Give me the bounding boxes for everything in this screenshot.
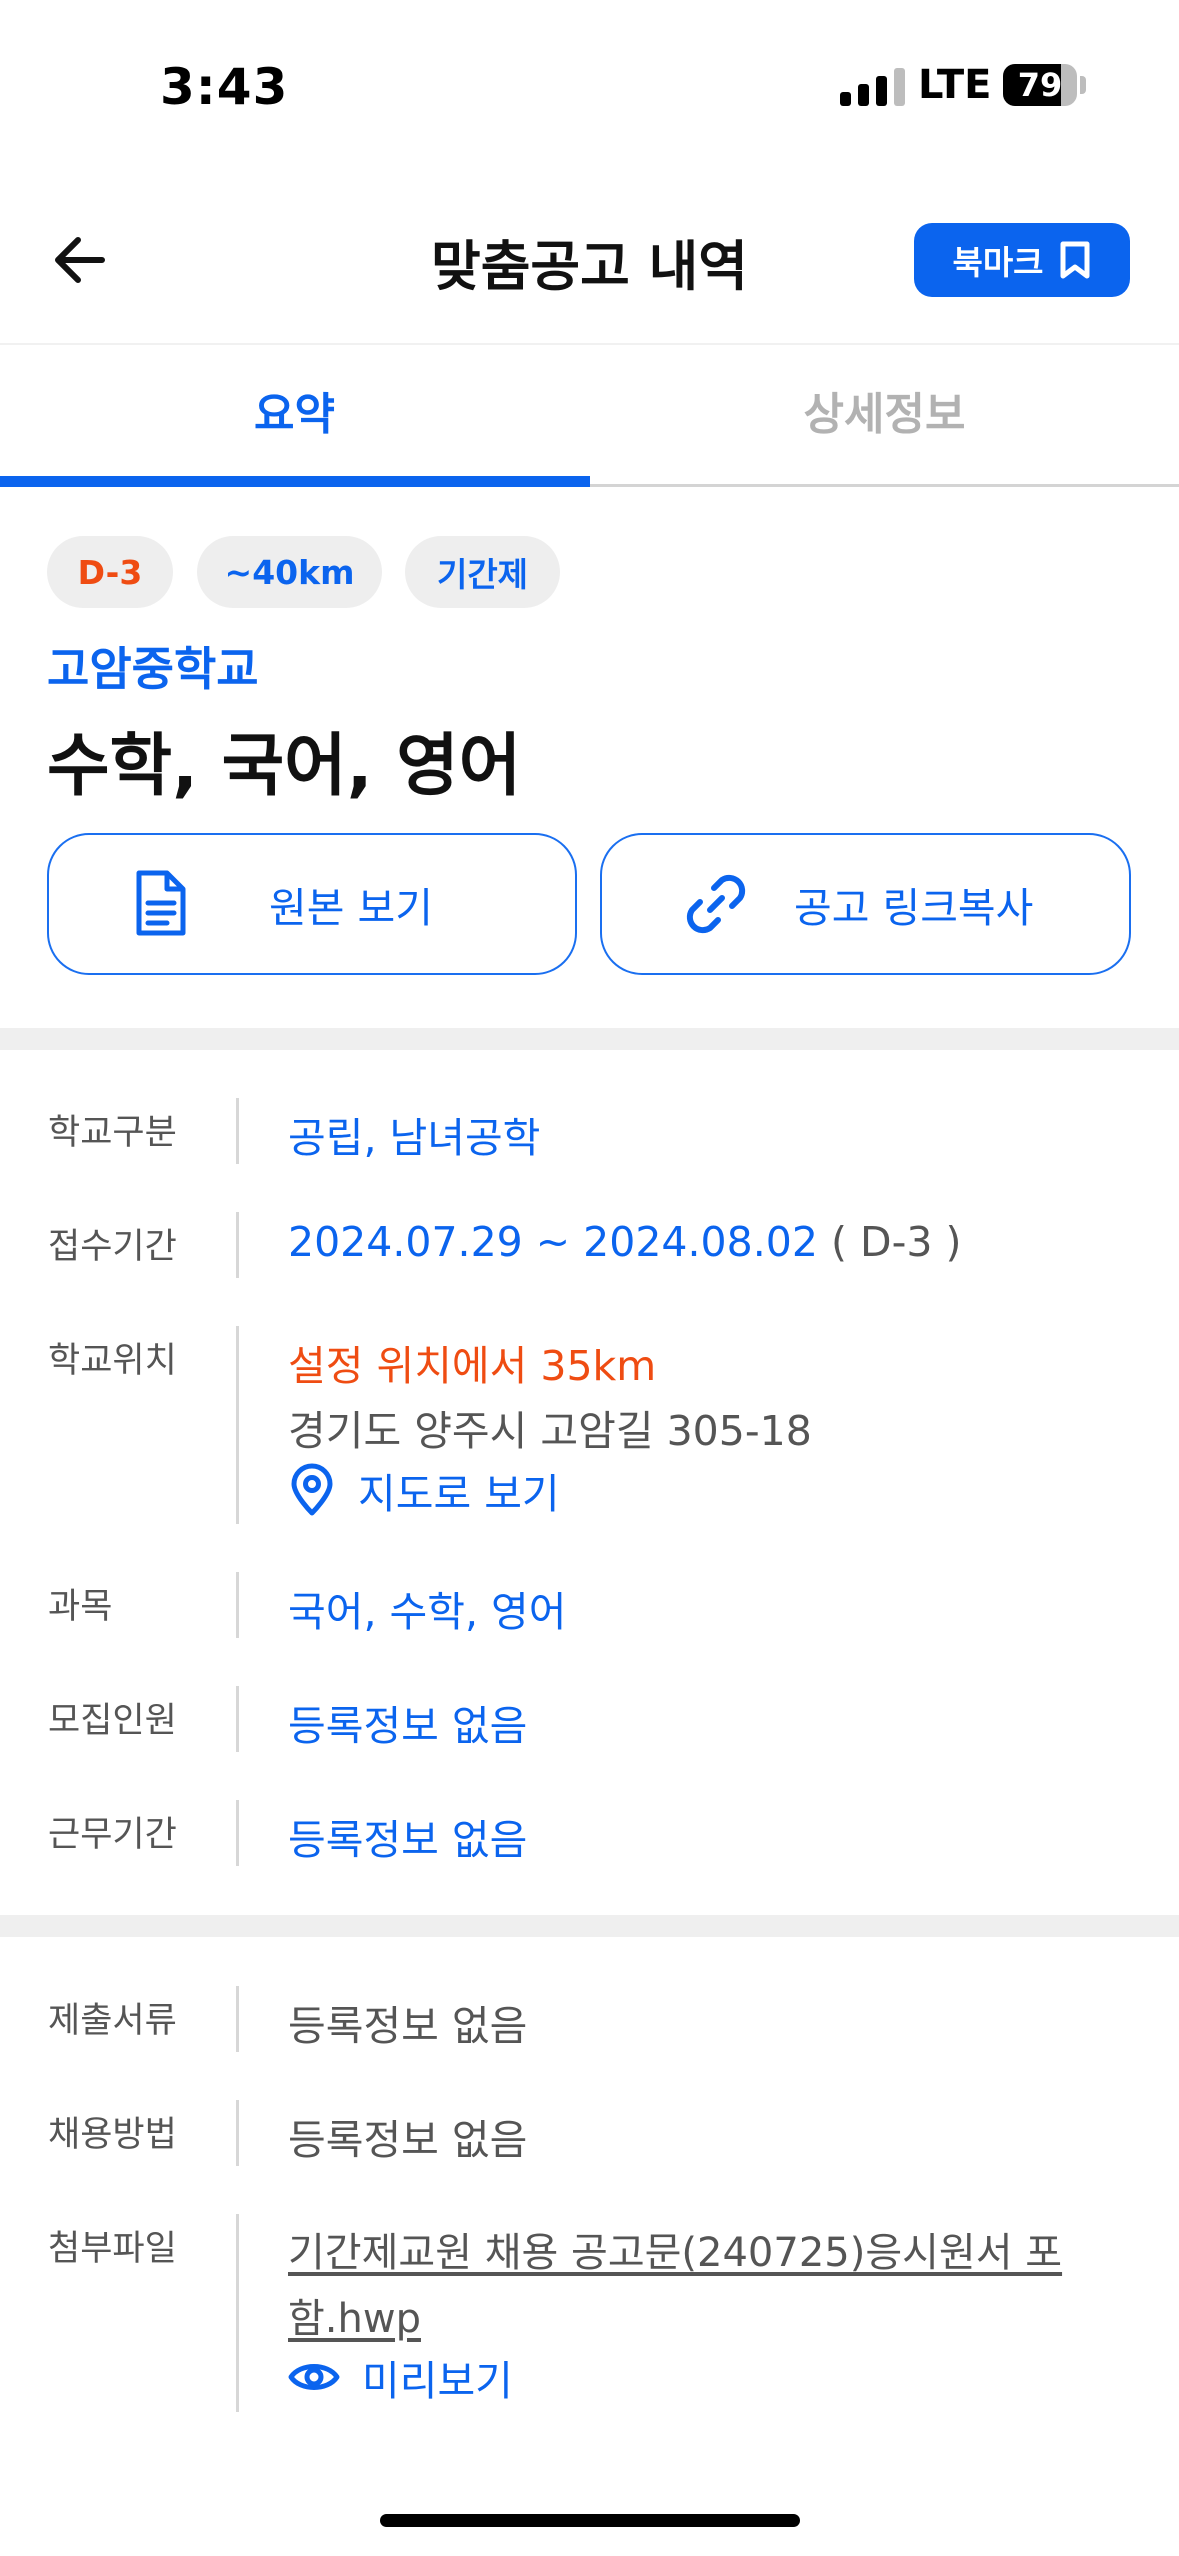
school-type-label: 학교구분 [48, 1113, 177, 1153]
view-original-button[interactable]: 원본 보기 [47, 833, 577, 975]
period-label: 접수기간 [48, 1227, 177, 1267]
eye-icon [288, 2364, 340, 2390]
dday-chip: D-3 [47, 536, 173, 608]
subject-label: 과목 [48, 1587, 113, 1627]
method-value: 등록정보 없음 [288, 2116, 528, 2164]
distance-chip: ~40km [197, 536, 382, 608]
work-period-value: 등록정보 없음 [288, 1816, 528, 1864]
battery-nub [1080, 76, 1086, 94]
row-divider [236, 1986, 239, 2052]
row-divider [236, 1098, 239, 1164]
back-arrow-icon[interactable] [50, 228, 114, 292]
period-value: 2024.07.29 ~ 2024.08.02 [288, 1218, 818, 1266]
battery-icon: 79 [1003, 64, 1077, 106]
attachment-file-link[interactable]: 기간제교원 채용 공고문(240725)응시원서 포 [288, 2220, 1062, 2278]
view-original-label: 원본 보기 [269, 884, 433, 932]
copy-link-label: 공고 링크복사 [794, 884, 1034, 932]
contract-type-chip-label: 기간제 [436, 555, 529, 594]
row-divider [236, 1686, 239, 1752]
attachment-label: 첨부파일 [48, 2229, 177, 2269]
link-icon [686, 874, 746, 934]
tabs-top-divider [0, 343, 1179, 345]
row-divider [236, 2100, 239, 2166]
bookmark-icon [1060, 241, 1090, 279]
location-address: 경기도 양주시 고암길 305-18 [288, 1407, 812, 1455]
preview-label: 미리보기 [362, 2357, 513, 2405]
documents-value: 등록정보 없음 [288, 2002, 528, 2050]
view-map-link[interactable]: 지도로 보기 [288, 1460, 560, 1520]
cellular-signal-icon [840, 66, 905, 106]
school-name: 고암중학교 [47, 642, 259, 696]
bookmark-label: 북마크 [952, 243, 1044, 282]
tab-detail[interactable]: 상세정보 [590, 378, 1179, 442]
row-divider [236, 1326, 239, 1524]
bookmark-button[interactable]: 북마크 [914, 223, 1130, 297]
contract-type-chip: 기간제 [405, 536, 560, 608]
status-time: 3:43 [160, 58, 289, 116]
section-separator [0, 1028, 1179, 1050]
document-icon [136, 870, 186, 936]
row-divider [236, 1212, 239, 1278]
school-type-value: 공립, 남녀공학 [288, 1114, 541, 1162]
dday-chip-label: D-3 [77, 552, 143, 592]
period-dday: ( D-3 ) [830, 1218, 962, 1266]
page-title: 맞춤공고 내역 [431, 235, 748, 298]
tab-summary[interactable]: 요약 [0, 378, 589, 442]
documents-label: 제출서류 [48, 2001, 177, 2041]
subject-value: 국어, 수학, 영어 [288, 1588, 567, 1636]
location-label: 학교위치 [48, 1341, 177, 1381]
preview-link[interactable]: 미리보기 [288, 2347, 513, 2407]
subject-title: 수학, 국어, 영어 [47, 727, 522, 806]
row-divider [236, 1572, 239, 1638]
battery-percent: 79 [1017, 66, 1063, 104]
row-divider [236, 1800, 239, 1866]
row-divider [236, 2214, 239, 2412]
recruit-label: 모집인원 [48, 1701, 177, 1741]
period-value-row: 2024.07.29 ~ 2024.08.02 ( D-3 ) [288, 1218, 961, 1266]
active-tab-indicator [0, 476, 590, 487]
method-label: 채용방법 [48, 2115, 177, 2155]
work-period-label: 근무기간 [48, 1815, 177, 1855]
distance-chip-label: ~40km [224, 552, 355, 592]
home-indicator[interactable] [380, 2514, 800, 2527]
location-distance: 설정 위치에서 35km [288, 1342, 657, 1390]
attachment-file-link-cont[interactable]: 함.hwp [288, 2286, 421, 2344]
recruit-value: 등록정보 없음 [288, 1702, 528, 1750]
network-type: LTE [918, 62, 992, 108]
location-pin-icon [291, 1463, 333, 1516]
section-separator [0, 1915, 1179, 1937]
view-map-label: 지도로 보기 [358, 1470, 560, 1518]
copy-link-button[interactable]: 공고 링크복사 [600, 833, 1131, 975]
